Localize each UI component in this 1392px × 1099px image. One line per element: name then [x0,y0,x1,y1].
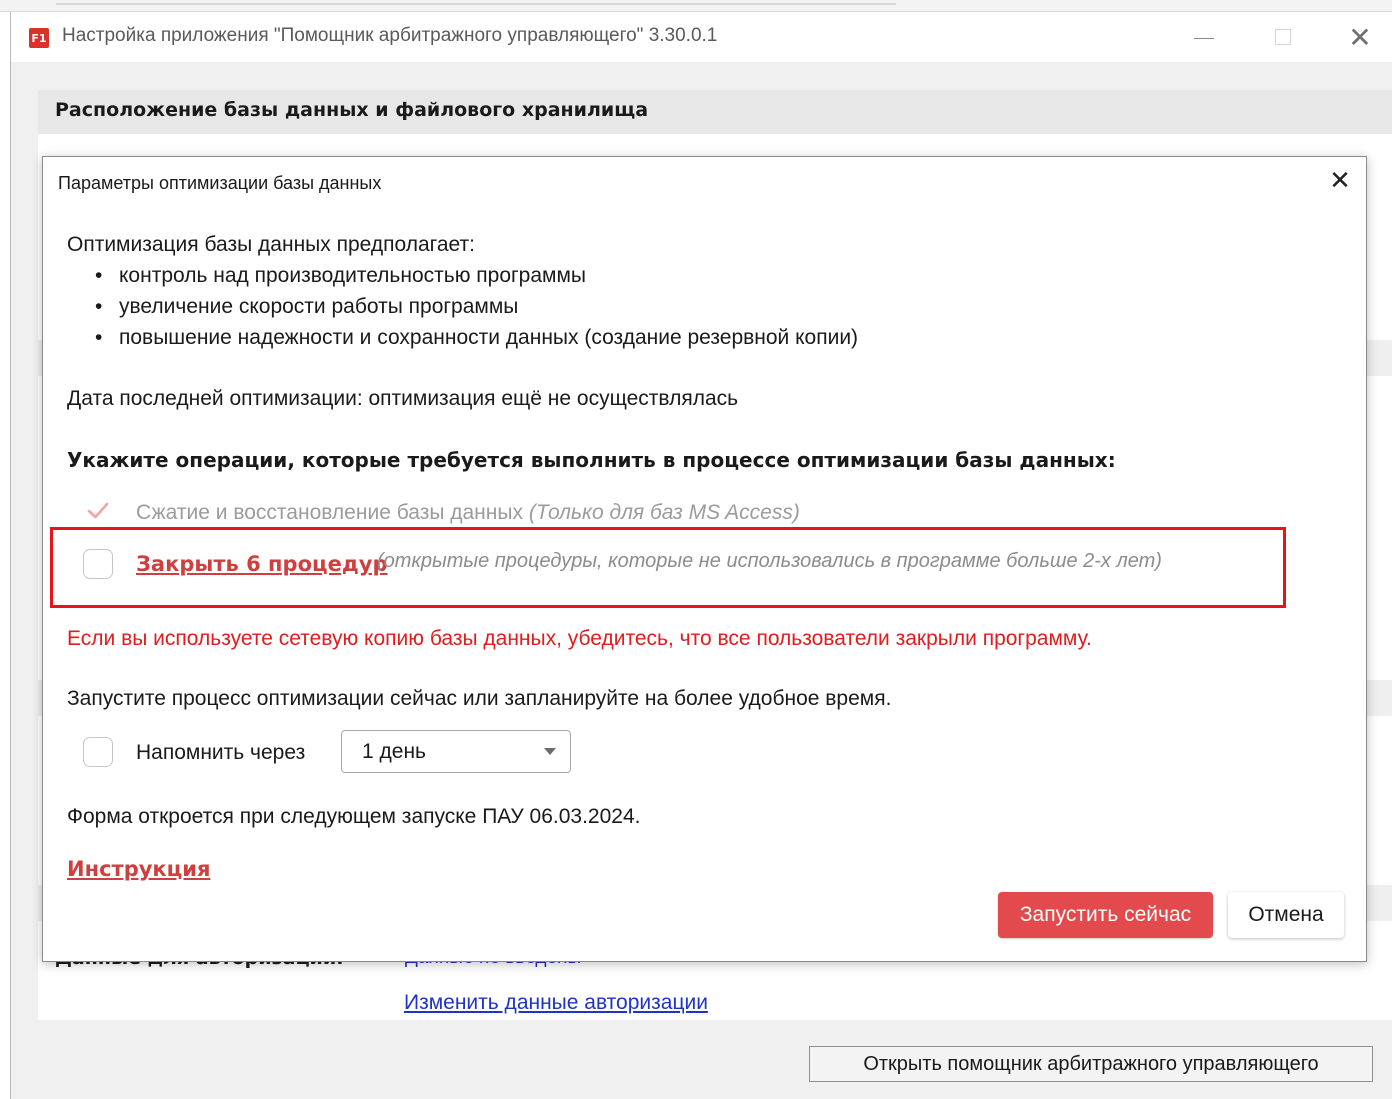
operations-heading: Укажите операции, которые требуется выпо… [67,448,1116,472]
optimization-dialog: Параметры оптимизации базы данных ✕ Опти… [42,156,1367,962]
instruction-link[interactable]: Инструкция [67,857,210,881]
remind-interval-select[interactable]: 1 день [341,730,571,773]
close-icon: ✕ [1329,166,1351,196]
remind-label: Напомнить через [136,741,306,764]
last-optimization-date: Дата последней оптимизации: оптимизация … [67,387,739,410]
title-bar: F1 Настройка приложения "Помощник арбитр… [11,12,1392,62]
background-window-strip [0,0,1392,12]
compress-option-text: Сжатие и восстановление базы данных [136,501,523,524]
compress-option-note: (Только для баз MS Access) [528,501,800,524]
maximize-button[interactable] [1243,12,1323,62]
dialog-close-button[interactable]: ✕ [1326,166,1354,196]
cancel-button[interactable]: Отмена [1228,892,1344,938]
intro-text: Оптимизация базы данных предполагает: [67,233,475,256]
remind-checkbox[interactable] [83,737,113,767]
maximize-icon [1275,29,1291,45]
open-assistant-button[interactable]: Открыть помощник арбитражного управляюще… [809,1046,1373,1082]
chevron-down-icon [544,748,556,755]
panel-header: Расположение базы данных и файлового хра… [38,90,1392,134]
run-now-button[interactable]: Запустить сейчас [998,892,1213,938]
minimize-button[interactable] [1164,12,1244,62]
list-item: контроль над производительностью програм… [95,264,586,288]
minimize-icon [1194,37,1214,39]
close-procedures-link[interactable]: Закрыть 6 процедур [136,552,388,576]
background-ghost-text [56,0,896,5]
app-logo-icon: F1 [29,28,49,48]
schedule-text: Запустите процесс оптимизации сейчас или… [67,687,892,710]
next-open-text: Форма откроется при следующем запуске ПА… [67,805,641,828]
network-warning: Если вы используете сетевую копию базы д… [67,627,1092,650]
change-auth-link[interactable]: Изменить данные авторизации [404,991,708,1015]
dialog-title: Параметры оптимизации базы данных [58,173,382,193]
window-title: Настройка приложения "Помощник арбитражн… [62,25,718,46]
remind-interval-value: 1 день [362,740,426,763]
checkmark-icon [87,502,109,519]
compress-checkbox [83,496,113,526]
list-item: увеличение скорости работы программы [95,295,518,319]
close-icon: ✕ [1348,20,1372,54]
panel-title: Расположение базы данных и файлового хра… [55,99,649,121]
compress-option-label: Сжатие и восстановление базы данных (Тол… [136,501,800,525]
list-item: повышение надежности и сохранности данны… [95,326,858,350]
window-close-button[interactable]: ✕ [1320,12,1392,62]
close-procedures-note: (открытые процедуры, которые не использо… [377,550,1162,572]
close-procedures-checkbox[interactable] [83,549,113,579]
